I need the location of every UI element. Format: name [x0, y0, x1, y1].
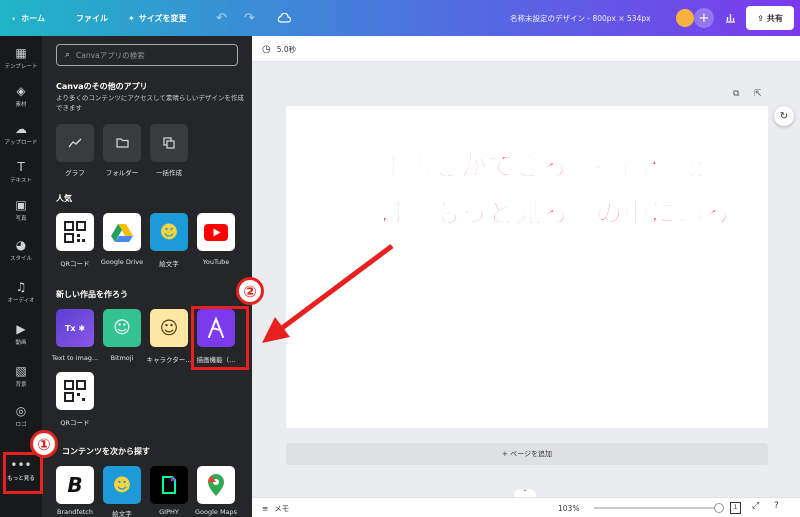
step-marker-1: ①	[30, 430, 58, 458]
step-marker-2: ②	[236, 277, 264, 305]
highlight-more-button	[3, 452, 43, 494]
annotation-arrow	[262, 243, 394, 343]
highlight-draw-app	[191, 306, 249, 370]
